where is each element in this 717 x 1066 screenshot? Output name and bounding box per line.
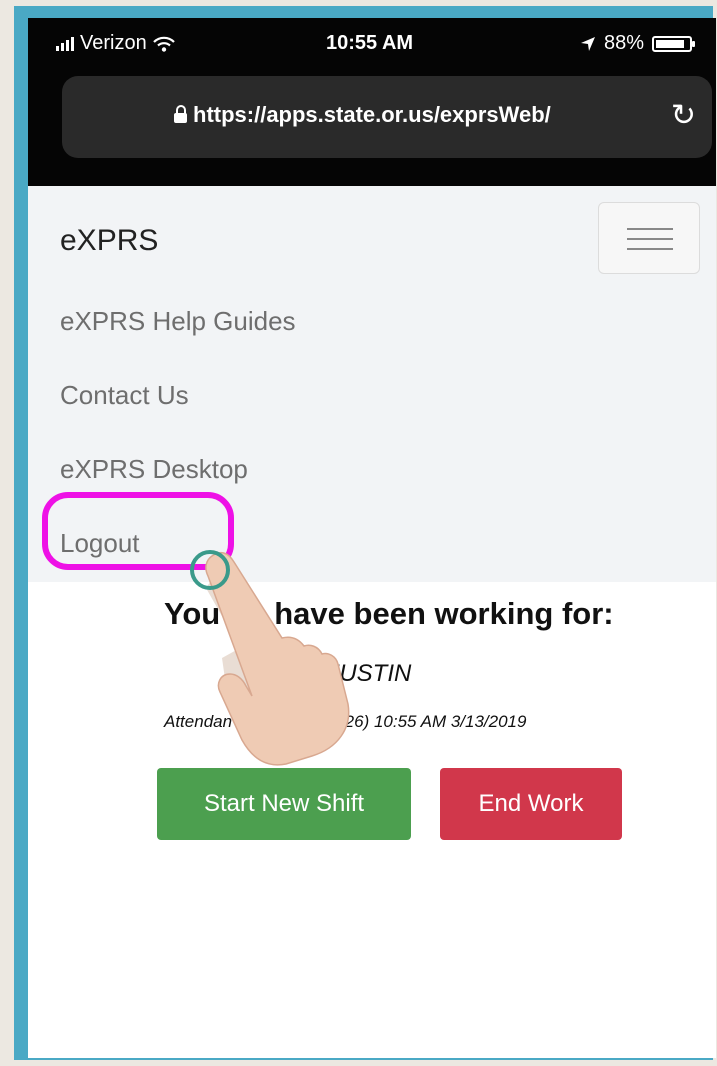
signal-icon bbox=[56, 36, 74, 51]
phone-screen: Verizon 10:55 AM 88% https://apps.state.… bbox=[28, 18, 716, 1058]
menu-toggle-button[interactable] bbox=[598, 202, 700, 274]
browser-chrome: Verizon 10:55 AM 88% https://apps.state.… bbox=[28, 18, 716, 186]
reload-icon[interactable]: ↻ bbox=[671, 98, 696, 133]
address-bar[interactable]: https://apps.state.or.us/exprsWeb/ ↻ bbox=[62, 76, 712, 158]
start-new-shift-button[interactable]: Start New Shift bbox=[157, 768, 411, 840]
status-time: 10:55 AM bbox=[326, 32, 414, 54]
end-work-button[interactable]: End Work bbox=[440, 768, 622, 840]
status-right: 88% bbox=[580, 32, 695, 55]
battery-fill bbox=[656, 39, 684, 48]
lock-icon bbox=[174, 105, 187, 123]
battery-icon bbox=[652, 35, 695, 52]
url-display[interactable]: https://apps.state.or.us/exprsWeb/ bbox=[174, 102, 551, 128]
url-text: https://apps.state.or.us/exprsWeb/ bbox=[193, 102, 551, 127]
pointing-hand-icon bbox=[190, 550, 350, 766]
brand-link[interactable]: eXPRS bbox=[60, 224, 158, 258]
carrier-info: Verizon bbox=[56, 32, 175, 55]
location-arrow-icon bbox=[580, 36, 595, 51]
nav-link-help-guides[interactable]: eXPRS Help Guides bbox=[60, 306, 296, 337]
wifi-icon bbox=[152, 36, 175, 52]
carrier-name: Verizon bbox=[80, 32, 147, 54]
battery-percent: 88% bbox=[603, 32, 644, 54]
nav-link-contact-us[interactable]: Contact Us bbox=[60, 380, 189, 411]
nav-link-desktop[interactable]: eXPRS Desktop bbox=[60, 454, 248, 485]
status-bar: Verizon 10:55 AM 88% bbox=[28, 18, 716, 68]
phone-frame: Verizon 10:55 AM 88% https://apps.state.… bbox=[14, 6, 716, 1060]
hamburger-icon bbox=[627, 228, 673, 230]
